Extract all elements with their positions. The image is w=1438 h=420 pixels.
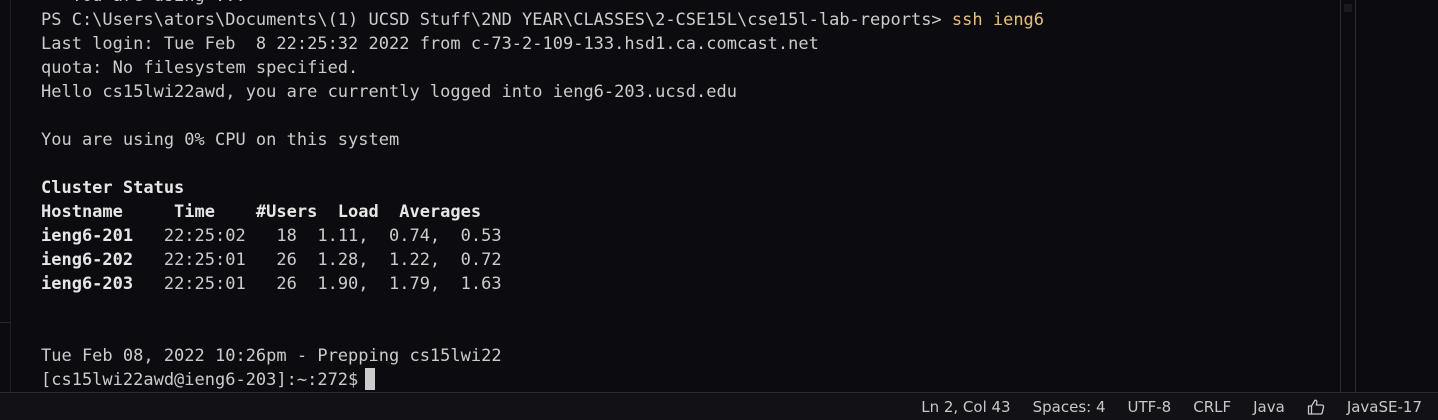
thumbs-up-icon[interactable] [1307,399,1325,415]
terminal-line: quota: No filesystem specified. [41,56,1341,80]
status-bar: Ln 2, Col 43 Spaces: 4 UTF-8 CRLF Java J… [0,392,1438,420]
indentation-setting[interactable]: Spaces: 4 [1033,398,1106,416]
terminal-line: Cluster Status [41,176,1341,200]
cluster-stats: 22:25:01 26 1.90, 1.79, 1.63 [133,274,502,294]
terminal-text: You are using 0% CPU on this system [41,130,400,150]
terminal-line: PS C:\Users\ators\Documents\(1) UCSD Stu… [41,8,1341,32]
cluster-hostname: ieng6-203 [41,274,134,294]
cluster-hostname: ieng6-201 [41,226,134,246]
terminal-line: You are using ... [41,0,1341,8]
cluster-stats: 22:25:01 26 1.28, 1.22, 0.72 [133,250,502,270]
terminal-line: ieng6-203 22:25:01 26 1.90, 1.79, 1.63 [41,272,1341,296]
end-of-line-setting[interactable]: CRLF [1193,398,1231,416]
cluster-hostname: ieng6-202 [41,250,134,270]
cluster-stats: 22:25:02 18 1.11, 0.74, 0.53 [133,226,502,246]
terminal-command: ssh ieng6 [951,10,1045,30]
encoding-setting[interactable]: UTF-8 [1128,398,1172,416]
terminal-text: [cs15lwi22awd@ieng6-203]:~:272$ [41,370,359,390]
cursor-position[interactable]: Ln 2, Col 43 [921,398,1010,416]
terminal-text: Cluster Status [41,178,185,198]
terminal-text: You are using ... [41,0,246,6]
terminal-line: Hostname Time #Users Load Averages [41,200,1341,224]
terminal-line: [cs15lwi22awd@ieng6-203]:~:272$ [41,368,1341,392]
terminal-line: Last login: Tue Feb 8 22:25:32 2022 from… [41,32,1341,56]
terminal-output[interactable]: You are using ... PS C:\Users\ators\Docum… [41,0,1341,392]
vscode-window: You are using ... PS C:\Users\ators\Docum… [0,0,1438,420]
java-version[interactable]: JavaSE-17 [1347,398,1422,416]
terminal-line: ieng6-201 22:25:02 18 1.11, 0.74, 0.53 [41,224,1341,248]
terminal-text: Hello cs15lwi22awd, you are currently lo… [41,82,737,102]
terminal-text: Hostname Time #Users Load Averages [41,202,482,222]
terminal-cursor [365,368,376,390]
terminal-text: Tue Feb 08, 2022 10:26pm - Prepping cs15… [41,346,502,366]
left-gutter [0,0,11,392]
terminal-scrollbar-thumb[interactable] [1344,4,1352,12]
terminal-line: ieng6-202 22:25:01 26 1.28, 1.22, 0.72 [41,248,1341,272]
terminal-text: Last login: Tue Feb 8 22:25:32 2022 from… [41,34,819,54]
terminal-line: Tue Feb 08, 2022 10:26pm - Prepping cs15… [41,344,1341,368]
gutter-divider [0,322,10,323]
terminal-scrollbar[interactable] [1340,0,1356,392]
language-mode[interactable]: Java [1253,398,1285,416]
terminal-line: You are using 0% CPU on this system [41,128,1341,152]
terminal-line: Hello cs15lwi22awd, you are currently lo… [41,80,1341,104]
terminal-prompt: PS C:\Users\ators\Documents\(1) UCSD Stu… [41,10,952,30]
terminal-text: quota: No filesystem specified. [41,58,359,78]
